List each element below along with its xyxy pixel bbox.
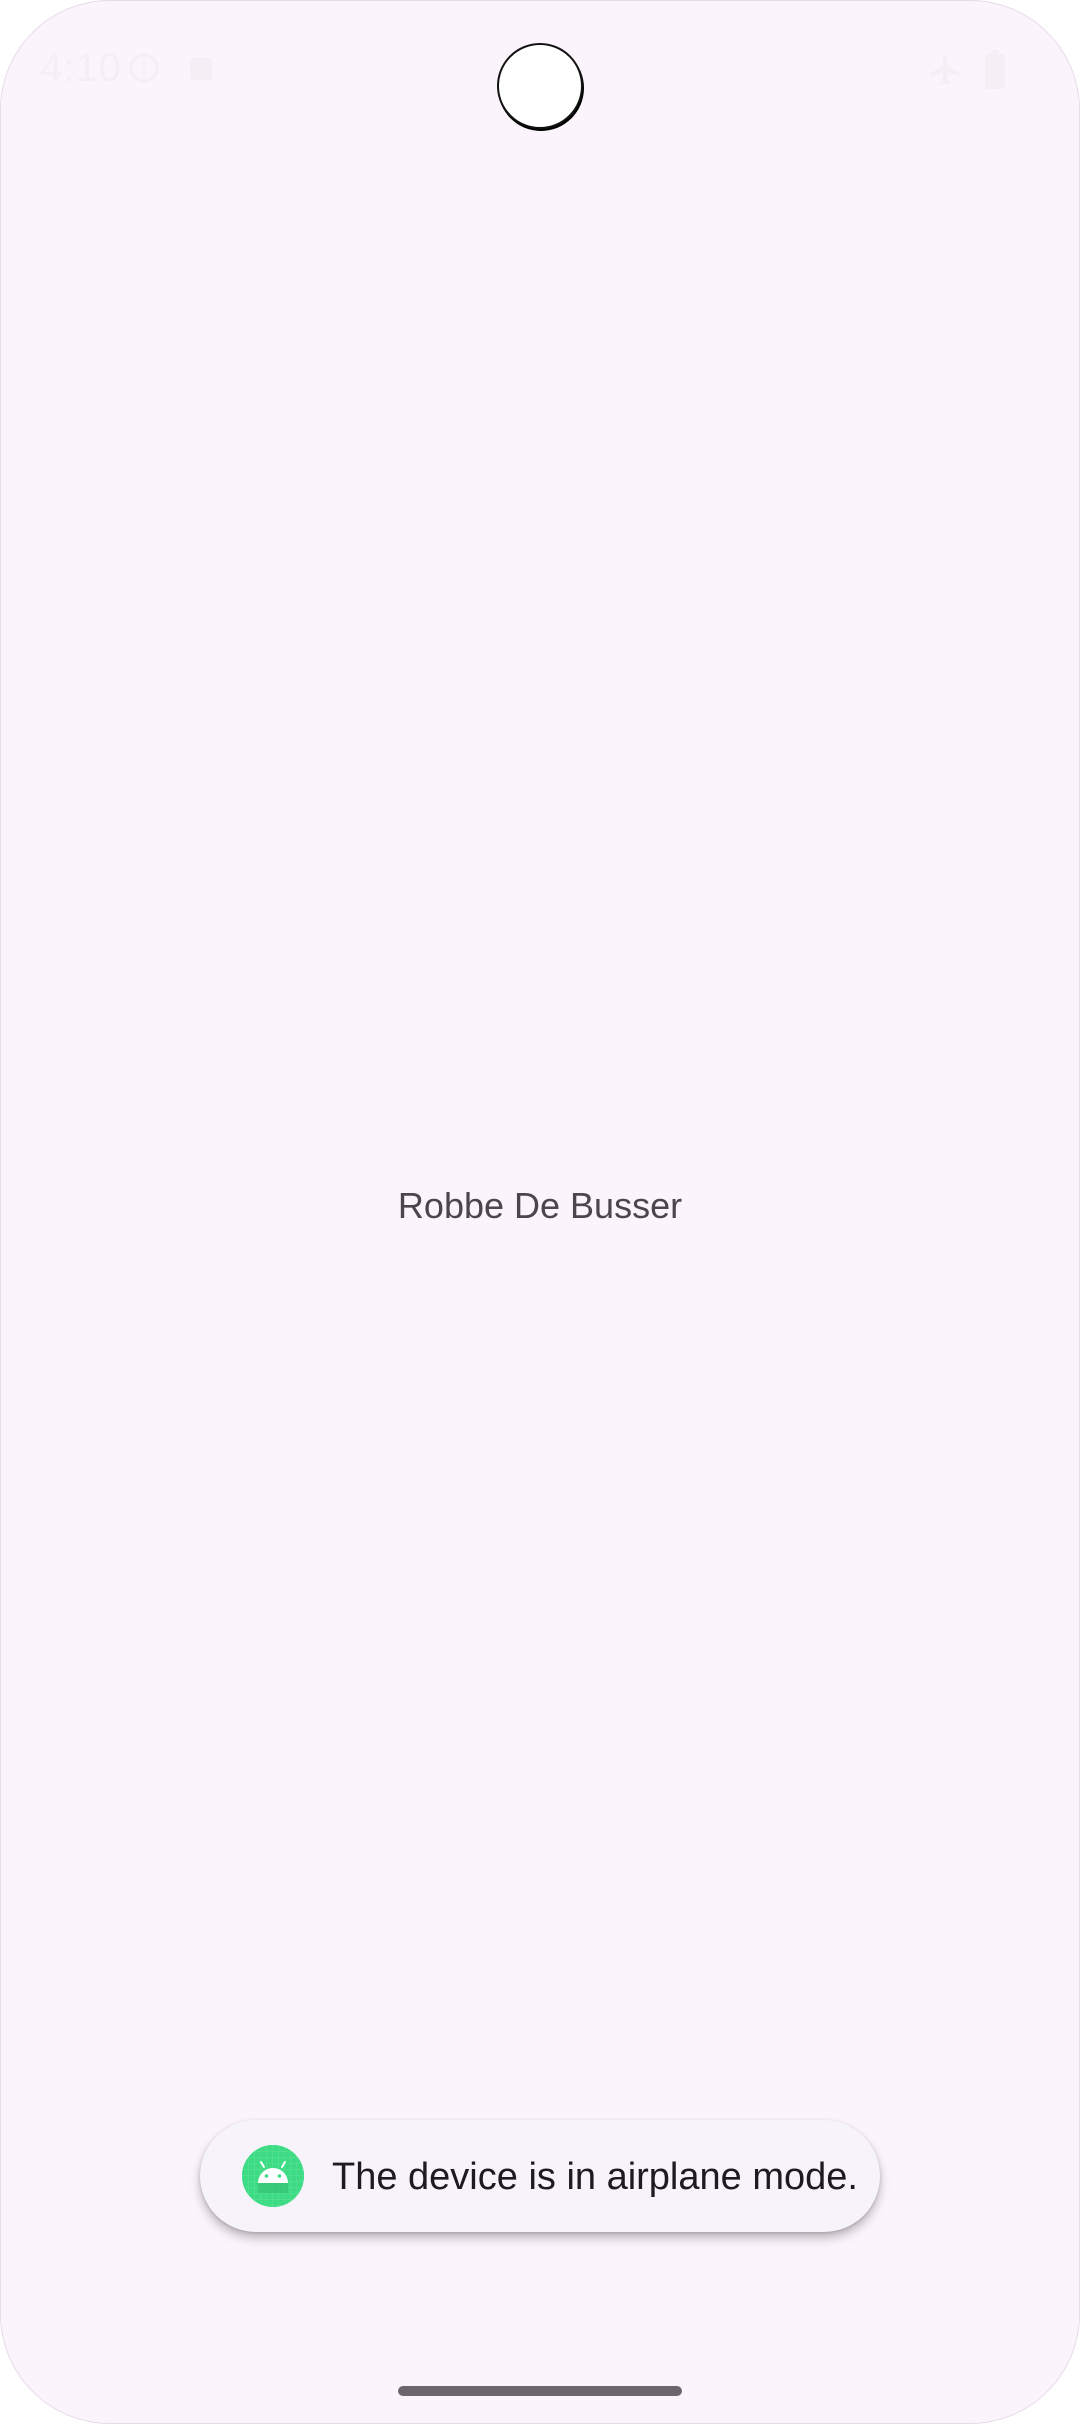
gesture-navigation-handle[interactable] — [398, 2386, 682, 2396]
airplane-icon — [931, 55, 960, 85]
user-name-text: Robbe De Busser — [397, 1185, 683, 1226]
info-icon — [129, 53, 159, 83]
front-camera-cutout — [497, 43, 583, 129]
battery-icon — [985, 50, 1005, 89]
screen: 4:10 Robbe De Busser The device is in ai… — [0, 0, 1080, 2424]
notification-square-icon — [190, 58, 212, 80]
android-icon — [242, 2145, 304, 2207]
status-time: 4:10 — [40, 46, 122, 90]
toast-notification: The device is in airplane mode. — [200, 2120, 880, 2232]
device-frame: 4:10 Robbe De Busser The device is in ai… — [0, 0, 1080, 2424]
toast-message: The device is in airplane mode. — [332, 2156, 858, 2198]
